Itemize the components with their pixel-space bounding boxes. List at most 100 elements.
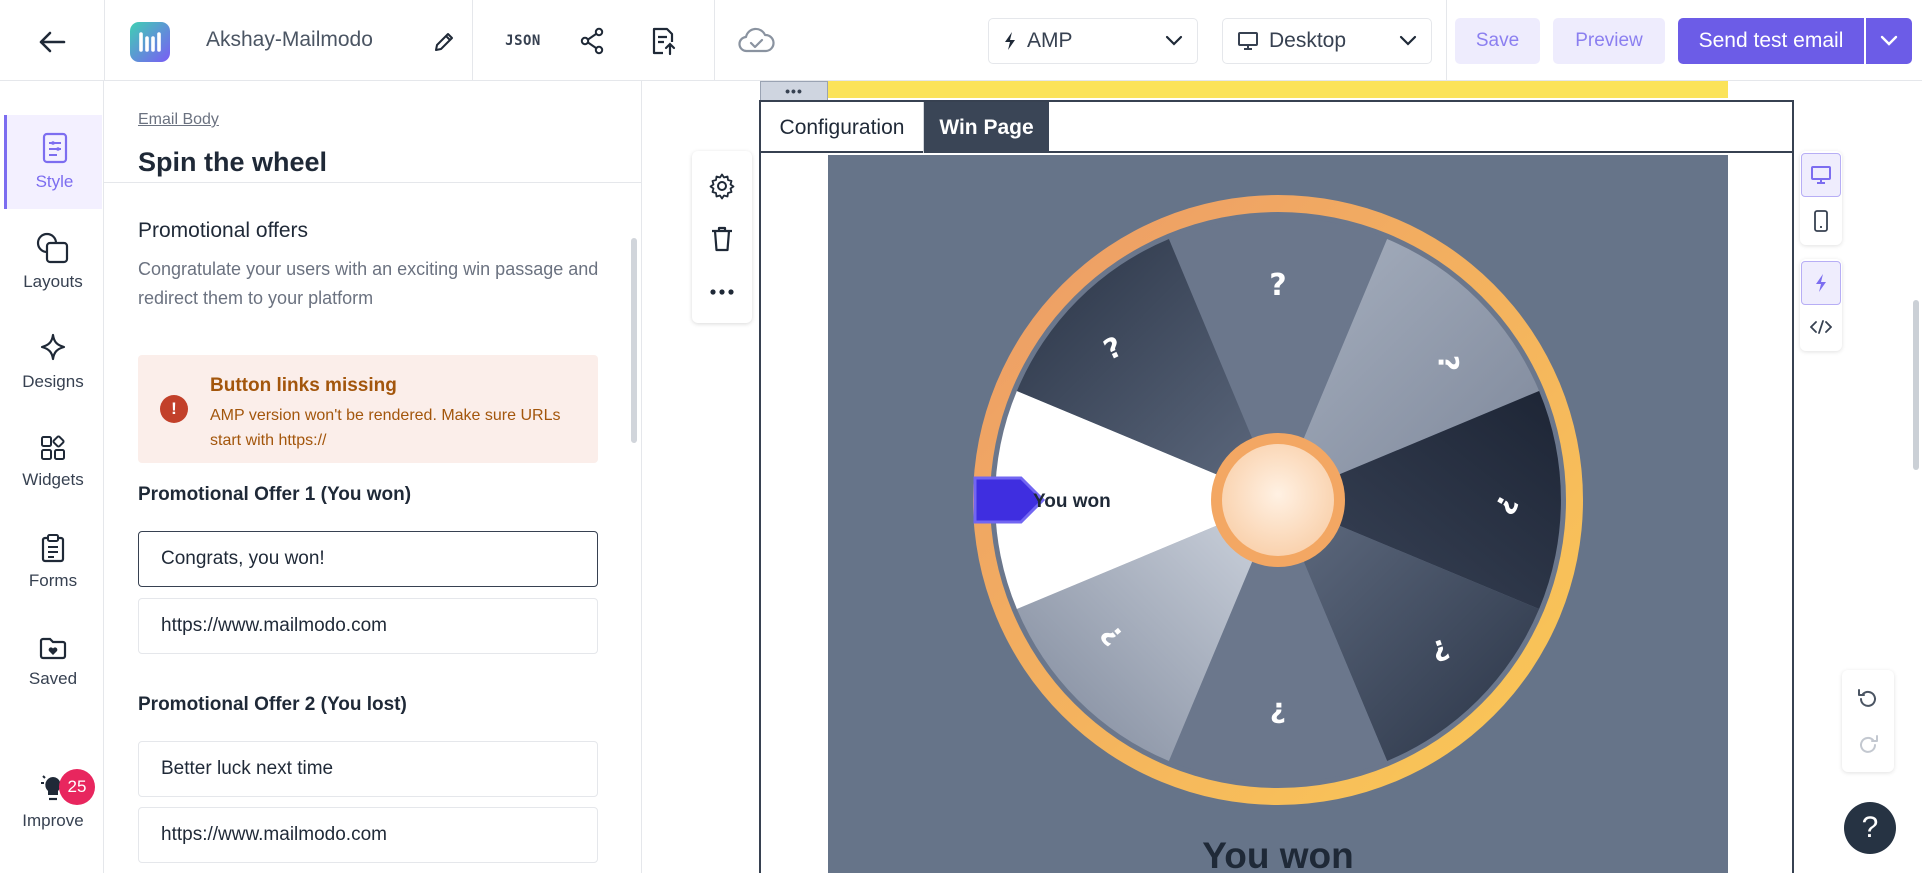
mode-toggle [1800, 259, 1842, 351]
rail-item-designs[interactable]: Designs [4, 315, 102, 409]
divider [714, 0, 715, 81]
monitor-icon [1238, 32, 1258, 50]
previous-block[interactable] [828, 81, 1728, 98]
monitor-icon [1811, 166, 1831, 184]
html-mode-button[interactable] [1801, 305, 1841, 349]
undo-button[interactable] [1853, 684, 1883, 714]
tab-win-page[interactable]: Win Page [924, 102, 1049, 153]
share-button[interactable] [577, 24, 607, 58]
cloud-check-icon [738, 27, 775, 53]
block-tabs: Configuration Win Page [761, 102, 1792, 153]
spin-wheel-block[interactable]: Configuration Win Page ? ? ? ? ? ? ? You… [759, 100, 1794, 873]
delete-button[interactable] [707, 224, 737, 254]
left-rail: Style Layouts Designs Widgets Forms Save… [0, 81, 104, 873]
device-select[interactable]: Desktop [1222, 18, 1432, 64]
chevron-down-icon [1880, 35, 1898, 46]
email-preview: ? ? ? ? ? ? ? You won You won [828, 155, 1728, 873]
layouts-icon [36, 232, 69, 264]
widgets-icon [41, 435, 65, 460]
send-options-button[interactable] [1866, 18, 1912, 64]
rail-item-label: Designs [22, 372, 84, 391]
format-select[interactable]: AMP [988, 18, 1198, 64]
section-title: Promotional offers [138, 219, 309, 242]
mobile-view-button[interactable] [1801, 199, 1841, 243]
rail-item-forms[interactable]: Forms [4, 515, 102, 609]
redo-button[interactable] [1853, 730, 1883, 760]
help-button[interactable]: ? [1844, 802, 1896, 854]
block-handle[interactable]: ••• [760, 81, 828, 101]
share-icon [580, 27, 604, 55]
amp-mode-button[interactable] [1801, 261, 1841, 305]
offer1-message-input[interactable] [138, 531, 598, 587]
rail-item-label: Improve [22, 811, 84, 830]
device-select-value: Desktop [1269, 29, 1347, 52]
gear-icon [709, 173, 735, 200]
export-button[interactable] [648, 24, 678, 58]
tab-configuration[interactable]: Configuration [761, 102, 924, 153]
undo-icon [1858, 689, 1876, 707]
panel-title: Spin the wheel [138, 147, 328, 177]
cloud-sync-button[interactable] [735, 24, 777, 58]
back-button[interactable] [30, 22, 74, 62]
breadcrumb-email-body[interactable]: Email Body [138, 111, 219, 129]
segment-label: ? [1269, 268, 1286, 303]
offer2-url-input[interactable] [138, 807, 598, 863]
alert-text: AMP version won't be rendered. Make sure… [210, 407, 561, 449]
chevron-down-icon [1165, 35, 1183, 46]
offer2-label: Promotional Offer 2 (You lost) [138, 694, 407, 715]
divider [104, 0, 105, 81]
sparkle-icon [40, 333, 66, 361]
warning-alert: ! Button links missing AMP version won't… [138, 355, 598, 463]
project-name: Akshay-Mailmodo [206, 28, 373, 51]
rail-item-label: Widgets [22, 470, 84, 489]
winner-label: You won [1033, 491, 1111, 512]
offer1-label: Promotional Offer 1 (You won) [138, 484, 412, 505]
style-icon [42, 132, 67, 164]
alert-title: Button links missing [210, 375, 397, 396]
divider [1446, 0, 1447, 81]
rail-item-widgets[interactable]: Widgets [4, 415, 102, 509]
section-description: Congratulate your users with an exciting… [138, 259, 599, 308]
save-button[interactable]: Save [1455, 18, 1540, 64]
rail-item-improve[interactable]: Improve 25 [4, 755, 102, 849]
preview-button[interactable]: Preview [1553, 18, 1665, 64]
wheel-hub[interactable] [1222, 444, 1334, 556]
format-select-value: AMP [1027, 29, 1073, 52]
rail-item-style[interactable]: Style [4, 115, 102, 209]
mobile-icon [1814, 210, 1828, 232]
mailmodo-logo [130, 22, 170, 62]
trash-icon [712, 226, 732, 252]
panel-scrollbar[interactable] [631, 238, 637, 443]
json-button[interactable]: JSON [500, 24, 546, 58]
document-upload-icon [652, 27, 676, 56]
offer2-message-input[interactable] [138, 741, 598, 797]
spin-wheel[interactable]: ? ? ? ? ? ? ? You won [828, 155, 1728, 873]
canvas-scrollbar[interactable] [1913, 300, 1919, 470]
desktop-view-button[interactable] [1801, 153, 1841, 197]
divider [472, 0, 473, 81]
redo-icon [1860, 735, 1878, 753]
rail-item-label: Style [35, 172, 74, 191]
top-bar: Akshay-Mailmodo JSON AMP Desktop Save Pr… [0, 0, 1922, 81]
edit-name-button[interactable] [428, 28, 460, 56]
settings-button[interactable] [707, 171, 737, 201]
rail-item-label: Layouts [23, 272, 83, 291]
rail-item-label: Forms [28, 571, 78, 590]
more-options-button[interactable] [707, 277, 737, 307]
block-toolbar [692, 151, 752, 323]
rail-item-saved[interactable]: Saved [4, 615, 102, 709]
send-test-email-button[interactable]: Send test email [1678, 18, 1864, 64]
settings-panel: Email Body Spin the wheel Promotional of… [104, 81, 642, 873]
exclamation-icon: ! [160, 395, 188, 423]
lightning-icon [1816, 274, 1826, 292]
improve-count-badge: 25 [59, 769, 95, 805]
code-icon [1810, 320, 1832, 334]
history-controls [1842, 670, 1894, 772]
offer1-url-input[interactable] [138, 598, 598, 654]
clipboard-icon [41, 534, 65, 563]
lightning-icon [1005, 32, 1015, 50]
rail-item-layouts[interactable]: Layouts [4, 215, 102, 309]
folder-heart-icon [39, 637, 67, 660]
pencil-icon [435, 33, 453, 51]
segment-label: ? [1270, 696, 1286, 729]
